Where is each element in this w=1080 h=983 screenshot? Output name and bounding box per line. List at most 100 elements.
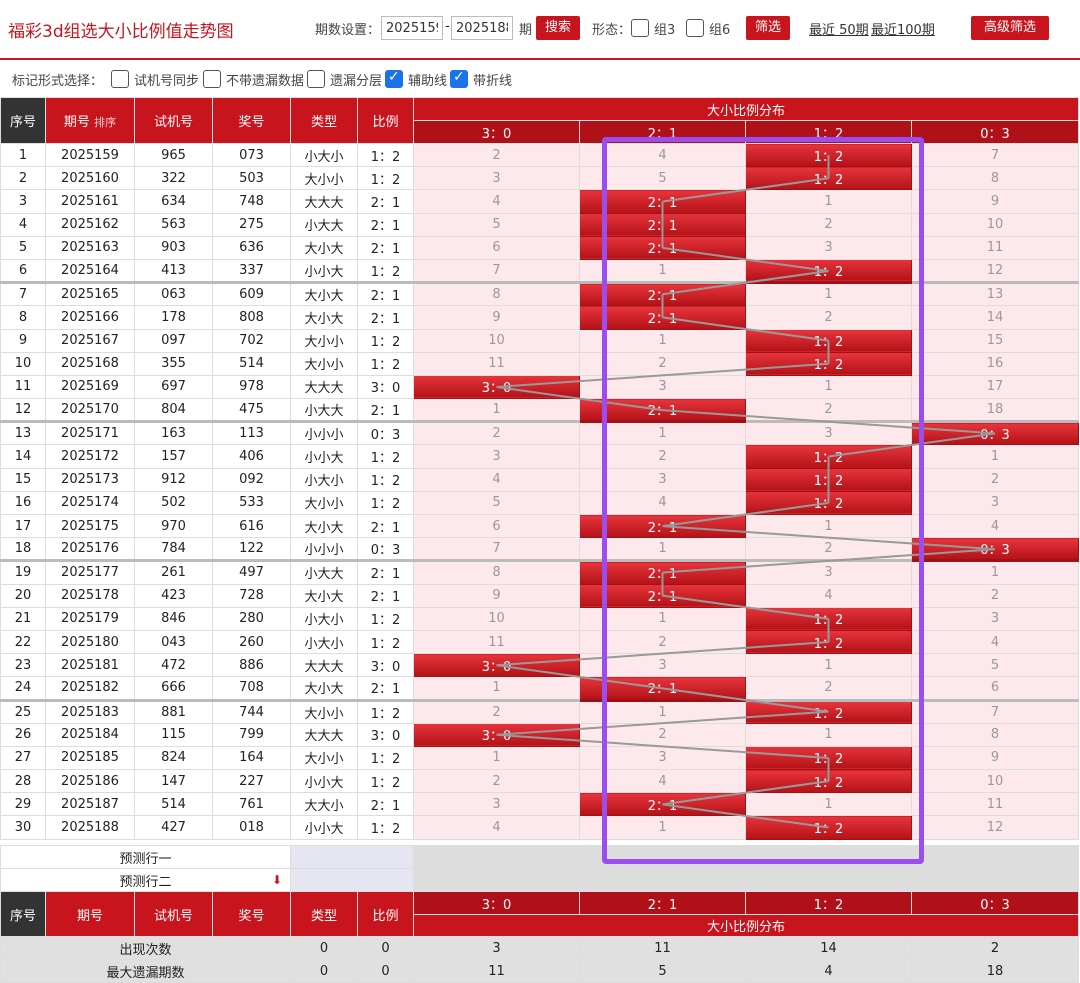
row-prize: 744 <box>212 699 291 724</box>
miss-count-cell: 8 <box>413 282 580 307</box>
predict-row-1-label[interactable]: 预测行一 <box>0 845 292 869</box>
miss-count-cell: 3 <box>579 745 746 771</box>
miss-count-cell: 2 <box>910 467 1080 492</box>
stat-maxmiss-cell: 4 <box>745 959 913 983</box>
row-seq: 16 <box>0 490 46 516</box>
ratio-hit-cell: 3：0 <box>413 722 580 747</box>
miss-count-cell: 1 <box>579 699 746 724</box>
group6-checkbox[interactable] <box>686 19 704 37</box>
miss-count-cell: 7 <box>413 258 580 285</box>
miss-count-cell: 11 <box>413 351 580 376</box>
ratio-hit-cell: 1：2 <box>745 351 912 376</box>
fold-line-label: 带折线 <box>473 74 513 89</box>
miss-count-cell: 1 <box>745 189 912 214</box>
miss-count-cell: 3 <box>413 166 580 191</box>
header-period[interactable]: 期号 排序 <box>45 97 135 144</box>
miss-count-cell: 11 <box>910 792 1080 817</box>
ratio-hit-cell: 2：1 <box>579 513 746 539</box>
row-ratio: 1：2 <box>357 745 414 771</box>
miss-count-cell: 4 <box>579 490 746 516</box>
stat-count-cell: 2 <box>911 936 1080 960</box>
table-row: 6 2025164 413 337 小小大 1：2 7 1 1：2 12 <box>0 258 1080 285</box>
ratio-hit-cell: 1：2 <box>745 815 912 840</box>
ratio-hit-cell: 2：1 <box>579 189 746 214</box>
sort-icon[interactable]: 排序 <box>94 116 116 129</box>
aux-line-checkbox[interactable] <box>385 69 403 88</box>
trial-sync-checkbox[interactable] <box>111 70 129 88</box>
row-prize: 702 <box>212 328 291 353</box>
row-trial: 147 <box>134 769 213 794</box>
row-trial: 514 <box>134 792 213 817</box>
table-row: 17 2025175 970 616 大小大 2：1 6 2：1 1 4 <box>0 513 1080 539</box>
table-row: 23 2025181 472 886 大大大 3：0 3：0 3 1 5 <box>0 653 1080 678</box>
row-seq: 8 <box>0 305 46 330</box>
row-seq: 19 <box>0 560 46 585</box>
group3-checkbox[interactable] <box>631 19 649 37</box>
miss-count-cell: 2 <box>910 583 1080 608</box>
stat-maxmiss-cell: 0 <box>357 959 415 983</box>
predict-row-2-label[interactable]: 预测行二 ⬇ <box>0 868 292 892</box>
row-type: 小大大 <box>290 560 358 585</box>
no-miss-checkbox[interactable] <box>203 70 221 88</box>
row-prize: 475 <box>212 398 291 424</box>
row-period: 2025167 <box>45 328 135 353</box>
recent-50-link[interactable]: 最近 50期 <box>809 19 869 38</box>
predict-row-2-cell[interactable] <box>413 868 581 892</box>
table-row: 5 2025163 903 636 大小大 2：1 6 2：1 3 11 <box>0 235 1080 260</box>
predict-row-2-cell[interactable] <box>911 868 1080 892</box>
row-prize: 164 <box>212 745 291 771</box>
row-prize: 609 <box>212 282 291 307</box>
table-row: 9 2025167 097 702 大小小 1：2 10 1 1：2 15 <box>0 328 1080 353</box>
row-prize: 636 <box>212 235 291 260</box>
miss-count-cell: 3 <box>579 467 746 492</box>
footer-seq: 序号 <box>0 891 46 937</box>
predict-row-1-cell[interactable] <box>745 845 913 869</box>
row-ratio: 1：2 <box>357 142 414 168</box>
predict-row-1-cell[interactable] <box>579 845 747 869</box>
miss-count-cell: 1 <box>745 653 912 678</box>
predict-row-2-cell[interactable] <box>579 868 747 892</box>
footer-period: 期号 <box>45 891 135 937</box>
period-to-input[interactable] <box>451 16 513 40</box>
miss-count-cell: 10 <box>910 212 1080 237</box>
recent-100-link[interactable]: 最近100期 <box>871 19 935 38</box>
miss-count-cell: 2 <box>745 305 912 330</box>
miss-count-cell: 12 <box>910 815 1080 840</box>
miss-count-cell: 2 <box>413 699 580 724</box>
period-from-input[interactable] <box>381 16 443 40</box>
miss-count-cell: 5 <box>413 212 580 237</box>
predict-row-2-cell[interactable] <box>745 868 913 892</box>
row-ratio: 2：1 <box>357 212 414 237</box>
row-type: 小小小 <box>290 537 358 563</box>
search-button[interactable]: 搜索 <box>536 16 580 40</box>
predict-row-1-cell[interactable] <box>911 845 1080 869</box>
predict-row-1-cell[interactable] <box>413 845 581 869</box>
ratio-hit-cell: 2：1 <box>579 792 746 817</box>
table-row: 19 2025177 261 497 小大大 2：1 8 2：1 3 1 <box>0 560 1080 585</box>
footer-ratio-1-2: 1：2 <box>745 891 913 915</box>
miss-layer-checkbox[interactable] <box>307 70 325 88</box>
ratio-hit-cell: 3：0 <box>413 374 580 400</box>
ratio-hit-cell: 1：2 <box>745 769 912 794</box>
arrow-down-icon[interactable]: ⬇ <box>272 873 282 887</box>
table-row: 25 2025183 881 744 大小小 1：2 2 1 1：2 7 <box>0 699 1080 724</box>
row-seq: 25 <box>0 699 46 724</box>
header-ratio-0-3: 0：3 <box>910 120 1080 144</box>
row-prize: 503 <box>212 166 291 191</box>
miss-count-cell: 1 <box>413 398 580 424</box>
miss-count-cell: 8 <box>910 166 1080 191</box>
row-seq: 12 <box>0 398 46 424</box>
row-type: 小大小 <box>290 629 358 655</box>
row-type: 大小大 <box>290 513 358 539</box>
filter-button[interactable]: 筛选 <box>746 16 790 40</box>
table-row: 2 2025160 322 503 大小小 1：2 3 5 1：2 8 <box>0 166 1080 191</box>
row-seq: 20 <box>0 583 46 608</box>
row-type: 大小小 <box>290 745 358 771</box>
advanced-filter-button[interactable]: 高级筛选 <box>971 16 1049 40</box>
row-trial: 846 <box>134 606 213 631</box>
row-trial: 163 <box>134 421 213 446</box>
row-period: 2025174 <box>45 490 135 516</box>
miss-count-cell: 3 <box>745 235 912 260</box>
fold-line-checkbox[interactable] <box>450 69 468 88</box>
row-prize: 275 <box>212 212 291 237</box>
